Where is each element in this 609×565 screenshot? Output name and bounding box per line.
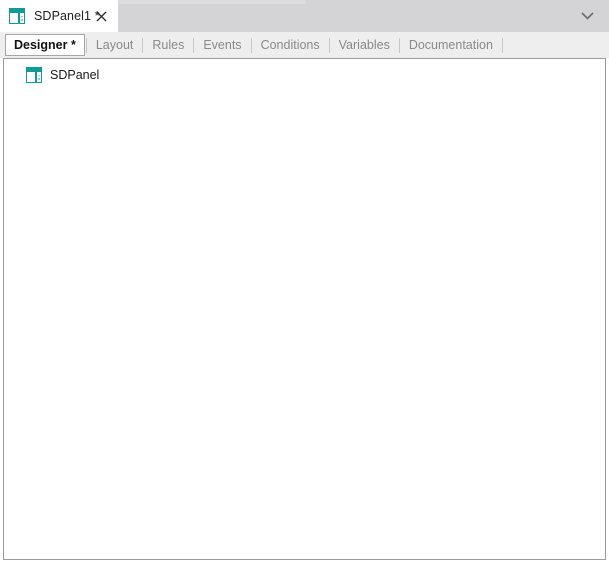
tab-variables[interactable]: Variables [330,36,399,54]
window-tab-bar: SDPanel1 * [0,0,609,32]
tab-events[interactable]: Events [194,36,250,54]
tab-layout[interactable]: Layout [87,36,143,54]
tree-item-sdpanel[interactable]: SDPanel [26,66,99,84]
tab-designer[interactable]: Designer * [5,34,85,56]
close-icon[interactable] [94,9,108,23]
tab-documentation[interactable]: Documentation [400,36,502,54]
section-tab-strip: Designer * Layout Rules Events Condition… [0,32,609,58]
tab-separator [501,37,503,53]
tree-item-label: SDPanel [50,68,100,82]
document-tab-sdpanel1[interactable]: SDPanel1 * [0,0,118,32]
tab-conditions[interactable]: Conditions [252,36,329,54]
panel-icon [9,8,25,24]
designer-canvas[interactable]: SDPanel [3,58,606,560]
panel-icon [26,67,42,83]
document-tab-title: SDPanel1 * [34,9,100,23]
chevron-down-icon[interactable] [575,0,599,32]
tab-rules[interactable]: Rules [143,36,193,54]
